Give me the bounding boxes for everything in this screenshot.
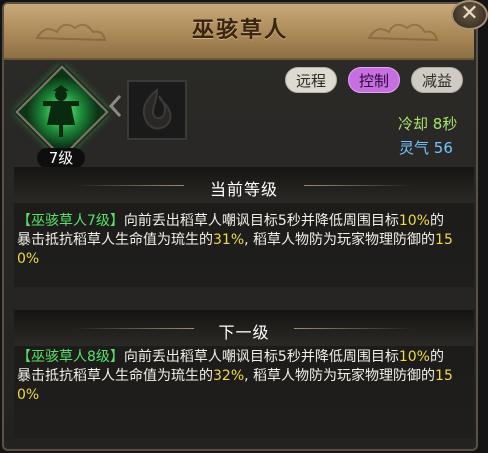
tag-ranged: 远程 xyxy=(285,67,337,93)
current-level-header-bar: 当前等级 xyxy=(14,167,474,203)
cooldown-stat: 冷却 8秒 xyxy=(398,113,457,134)
skill-title: 巫骇草人 xyxy=(191,18,288,43)
next-level-description: 【巫骇草人8级】向前丢出稻草人嘲讽目标5秒并降低周围目标10%的暴击抵抗稻草人生… xyxy=(17,349,453,403)
current-skill-name: 【巫骇草人7级】 xyxy=(17,213,124,229)
next-level-title: 下一级 xyxy=(218,323,270,342)
tag-debuff: 减益 xyxy=(411,67,463,93)
flame-emblem-icon[interactable] xyxy=(127,80,187,140)
next-skill-name: 【巫骇草人8级】 xyxy=(17,349,124,365)
qi-label: 灵气 xyxy=(399,139,430,157)
skill-level-badge: 7级 xyxy=(37,148,85,168)
close-icon[interactable]: ✕ xyxy=(451,0,488,30)
qi-value: 56 xyxy=(433,139,453,157)
next-level-header-bar: 下一级 xyxy=(14,310,474,346)
cooldown-label: 冷却 xyxy=(398,115,429,133)
chevron-left-icon xyxy=(108,94,122,118)
scarecrow-icon xyxy=(43,85,79,137)
cooldown-value: 8秒 xyxy=(432,115,458,133)
skill-icon-frame[interactable] xyxy=(15,65,109,159)
current-level-description: 【巫骇草人7级】向前丢出稻草人嘲讽目标5秒并降低周围目标10%的暴击抵抗稻草人生… xyxy=(17,213,453,267)
tag-control: 控制 xyxy=(348,67,400,93)
current-level-title: 当前等级 xyxy=(209,180,278,199)
qi-stat: 灵气 56 xyxy=(399,137,453,158)
